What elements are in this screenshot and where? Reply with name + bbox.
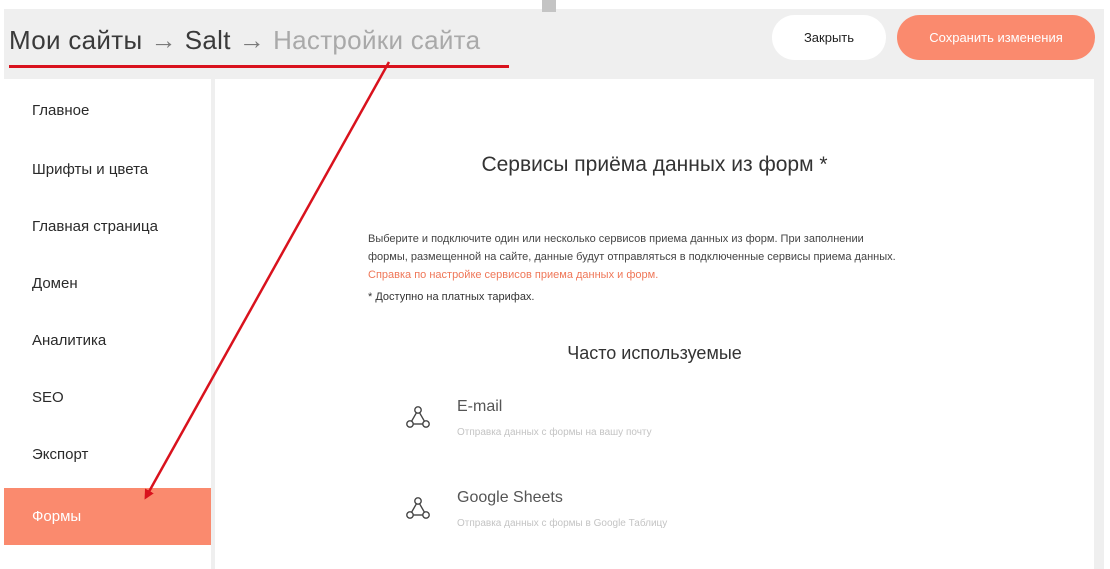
breadcrumb-separator: →: [238, 25, 266, 55]
service-google-sheets[interactable]: Google Sheets Отправка данных с формы в …: [405, 487, 825, 537]
page-title: Сервисы приёма данных из форм *: [481, 153, 828, 176]
top-bar: Мои сайты → Salt → Настройки сайта Закрыть С…: [4, 9, 1104, 87]
sidebar-item-main[interactable]: Главное: [4, 79, 211, 141]
sidebar-item-domain[interactable]: Домен: [4, 255, 211, 312]
sidebar-item-analytics[interactable]: Аналитика: [4, 312, 211, 369]
sidebar-item-forms[interactable]: Формы: [4, 488, 211, 545]
sidebar-item-home-page[interactable]: Главная страница: [4, 198, 211, 255]
sidebar-item-fonts-colors[interactable]: Шрифты и цвета: [4, 141, 211, 198]
service-name: Google Sheets: [457, 489, 563, 506]
breadcrumb-my-sites[interactable]: Мои сайты: [9, 25, 142, 55]
description-line: формы, размещенной на сайте, данные буду…: [368, 251, 896, 263]
breadcrumb-separator: →: [150, 25, 177, 55]
description-line: Выберите и подключите один или несколько…: [368, 233, 864, 245]
sidebar-item-seo[interactable]: SEO: [4, 369, 211, 426]
main-content: Сервисы приёма данных из форм * Выберите…: [215, 79, 1094, 569]
section-title: Часто используемые: [567, 343, 742, 363]
save-changes-button[interactable]: Сохранить изменения: [897, 15, 1095, 60]
service-nodes-icon: [406, 497, 430, 519]
breadcrumb: Мои сайты → Salt → Настройки сайта: [9, 25, 480, 56]
service-email[interactable]: E-mail Отправка данных с формы на вашу п…: [405, 396, 825, 446]
annotation-underline: [9, 65, 509, 68]
service-nodes-icon: [406, 406, 430, 428]
service-name: E-mail: [457, 398, 503, 415]
service-description: Отправка данных с формы в Google Таблицу: [457, 518, 668, 529]
close-button[interactable]: Закрыть: [772, 15, 886, 60]
service-description: Отправка данных с формы на вашу почту: [457, 427, 652, 438]
breadcrumb-current: Настройки сайта: [273, 25, 481, 55]
breadcrumb-site-salt[interactable]: Salt: [185, 25, 231, 55]
sidebar-item-export[interactable]: Экспорт: [4, 426, 211, 483]
scrollbar-thumb[interactable]: [542, 0, 556, 12]
settings-sidebar: Главное Шрифты и цвета Главная страница …: [4, 79, 211, 569]
paid-plans-note: * Доступно на платных тарифах.: [368, 291, 535, 303]
help-link[interactable]: Справка по настройке сервисов приема дан…: [368, 266, 968, 284]
description: Выберите и подключите один или несколько…: [368, 230, 968, 284]
